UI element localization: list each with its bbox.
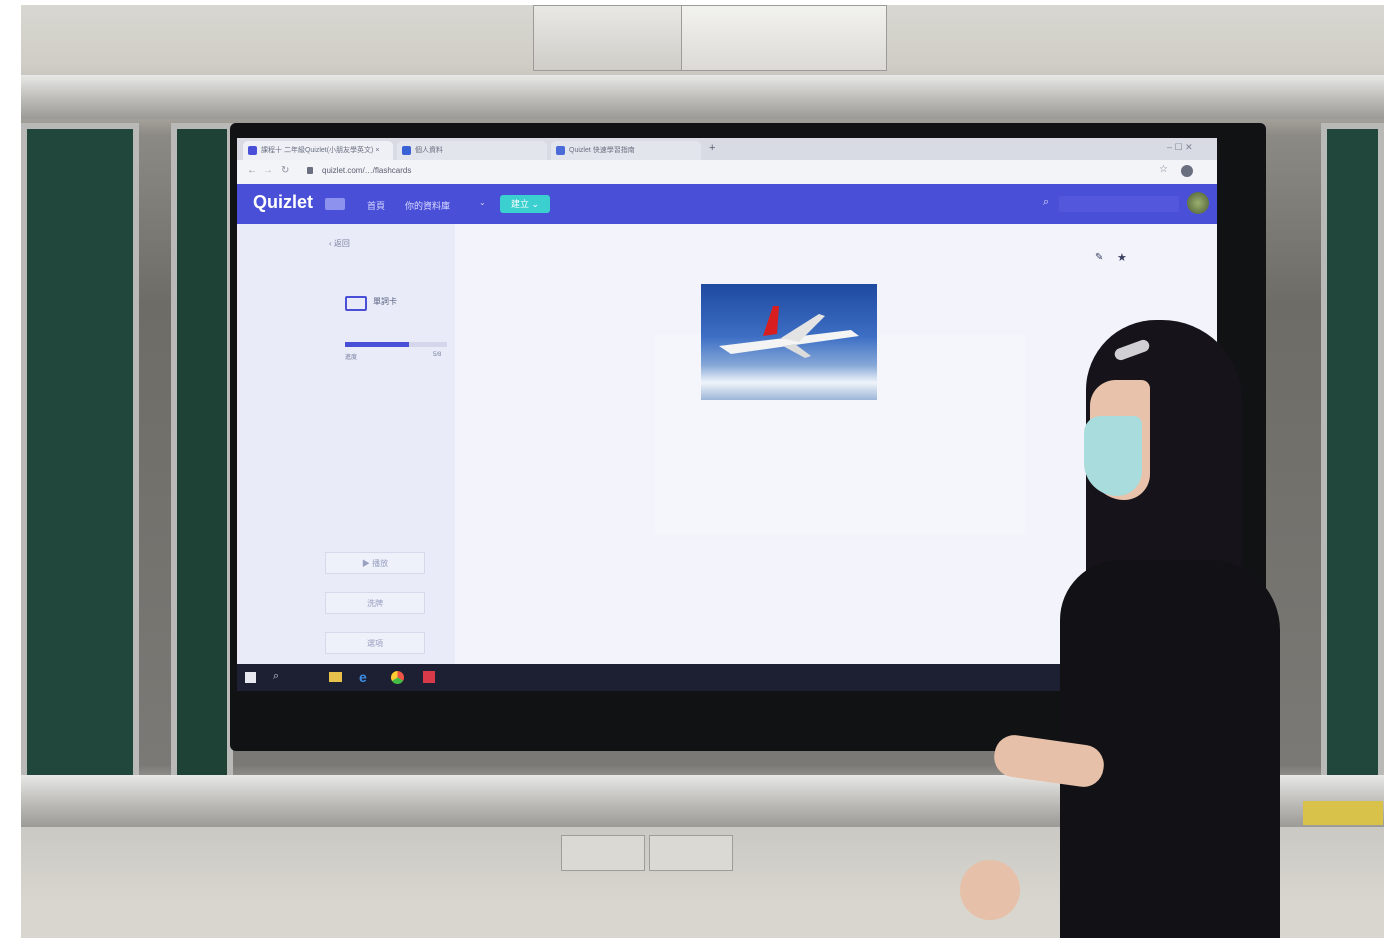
doc-favicon-icon [556, 146, 565, 155]
windows-start-icon[interactable] [245, 672, 256, 683]
options-button[interactable]: 選項 [325, 632, 425, 654]
progress-count: 5/8 [433, 352, 442, 358]
wall-speaker-right [681, 5, 887, 71]
chevron-down-icon: ⌄ [479, 198, 486, 207]
shuffle-button[interactable]: 洗牌 [325, 592, 425, 614]
progress-label: 進度 [345, 355, 358, 361]
progress-bar [345, 342, 447, 347]
browser-tabbar: 課程十 二年級Quizlet(小朋友學英文) × 個人資料 Quizlet 快速… [237, 138, 1217, 160]
back-arrow-icon[interactable]: ← [247, 165, 257, 176]
back-link[interactable]: ‹ 返回 [329, 238, 350, 249]
tab-label: 課程十 二年級Quizlet(小朋友學英文) × [261, 147, 380, 154]
quizlet-favicon-icon [248, 146, 257, 155]
edge-icon[interactable]: e [359, 669, 367, 685]
sponge [1303, 801, 1383, 825]
wall-outlet [649, 835, 733, 871]
search-input[interactable] [1059, 196, 1179, 212]
quizlet-logo[interactable]: Quizlet [253, 192, 313, 213]
wall-outlet [561, 835, 645, 871]
top-rail [21, 75, 1384, 119]
hand [960, 860, 1020, 920]
browser-tab[interactable]: 課程十 二年級Quizlet(小朋友學英文) × [243, 141, 393, 160]
star-icon[interactable]: ★ [1117, 251, 1127, 264]
pencil-icon[interactable]: ✎ [1095, 252, 1103, 263]
tab-label: Quizlet 快速學習指南 [569, 147, 635, 154]
quizlet-header: Quizlet 首頁 你的資料庫 ⌄ 建立 ⌄ ⌕ [237, 184, 1217, 224]
create-button[interactable]: 建立 ⌄ [500, 195, 550, 213]
face-mask-icon [1084, 416, 1142, 496]
check-favicon-icon [402, 146, 411, 155]
plus-badge [325, 198, 345, 210]
tab-label: 個人資料 [415, 147, 443, 154]
chrome-icon[interactable] [391, 671, 404, 684]
airplane-icon [719, 306, 859, 358]
browser-tab[interactable]: 個人資料 [397, 141, 547, 160]
study-sidebar: ‹ 返回 單詞卡 進度 5/8 ▶ 播放 洗牌 選項 [237, 224, 455, 664]
mode-label: 單詞卡 [373, 297, 397, 306]
options-label: 選項 [367, 639, 383, 648]
shuffle-label: 洗牌 [367, 599, 383, 608]
new-tab-icon[interactable]: + [709, 142, 715, 154]
profile-avatar-icon[interactable] [1181, 165, 1193, 177]
chalkboard-left [21, 123, 139, 783]
address-bar: ← → ↻ quizlet.com/…/flashcards ☆ [237, 160, 1217, 185]
avatar[interactable] [1187, 192, 1209, 214]
url-text[interactable]: quizlet.com/…/flashcards [322, 166, 411, 175]
progress-fill [345, 342, 409, 347]
browser-tab[interactable]: Quizlet 快速學習指南 [551, 141, 701, 160]
chalkboard-center-left [171, 123, 233, 783]
back-label: 返回 [333, 239, 350, 248]
lock-icon [307, 167, 313, 174]
nav-home[interactable]: 首頁 [367, 199, 385, 212]
flashcards-icon [345, 296, 367, 311]
nav-library[interactable]: 你的資料庫 [405, 199, 450, 212]
wall-speaker-left [533, 5, 683, 71]
teacher [960, 320, 1290, 938]
search-icon[interactable]: ⌕ [273, 670, 279, 683]
chalkboard-right [1321, 123, 1384, 783]
window-controls[interactable]: – ☐ ✕ [1167, 142, 1193, 153]
reload-icon[interactable]: ↻ [281, 165, 289, 176]
app-icon[interactable] [423, 671, 435, 683]
bookmark-star-icon[interactable]: ☆ [1159, 164, 1168, 175]
search-icon[interactable]: ⌕ [1043, 196, 1049, 209]
play-button[interactable]: ▶ 播放 [325, 552, 425, 574]
file-explorer-icon[interactable] [329, 672, 342, 682]
airplane-image [701, 284, 877, 400]
forward-arrow-icon[interactable]: → [263, 165, 273, 176]
create-label: 建立 [510, 199, 529, 209]
play-label: ▶ 播放 [361, 559, 389, 568]
